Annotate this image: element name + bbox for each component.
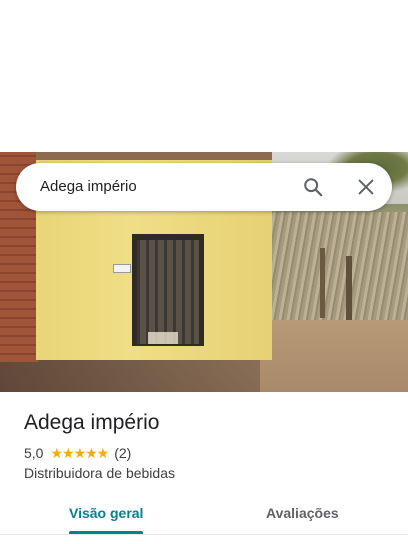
rating-stars: ★★★★★	[50, 444, 109, 461]
rating-row[interactable]: 5,0 ★★★★★ (2)	[24, 444, 131, 462]
search-icon[interactable]	[302, 176, 324, 198]
tabs-divider	[0, 534, 408, 535]
place-title: Adega império	[24, 411, 160, 434]
place-category: Distribuidora de bebidas	[24, 465, 175, 481]
review-count[interactable]: (2)	[114, 445, 131, 461]
search-input[interactable]: Adega império	[40, 178, 137, 195]
rating-value: 5,0	[24, 445, 44, 461]
map-blank-area	[0, 0, 408, 152]
tab-overview[interactable]: Visão geral	[69, 505, 143, 521]
tab-reviews[interactable]: Avaliações	[266, 505, 339, 521]
close-icon[interactable]	[355, 176, 377, 198]
search-bar[interactable]: Adega império	[16, 163, 392, 211]
